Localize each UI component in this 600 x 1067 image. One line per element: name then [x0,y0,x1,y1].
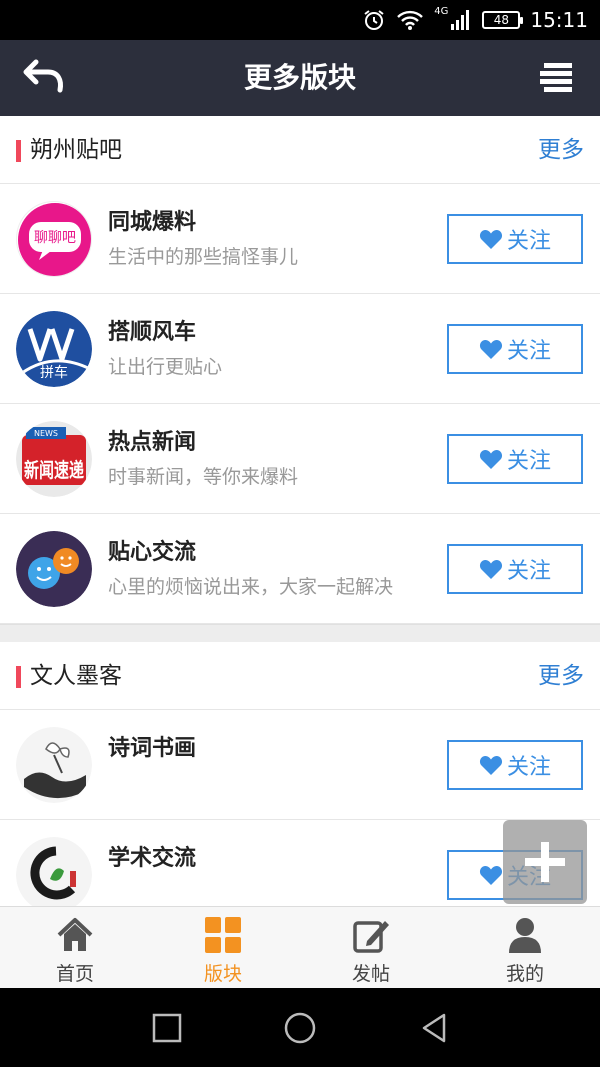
list-item[interactable]: NEWS 新闻速递 热点新闻 时事新闻，等你来爆料 关注 [0,404,600,514]
follow-button[interactable]: 关注 [447,740,583,790]
avatar: NEWS 新闻速递 [16,421,92,497]
tab-label: 发帖 [351,963,390,985]
tab-label: 版块 [203,963,242,985]
list-item[interactable]: 贴心交流 心里的烦恼说出来，大家一起解决 关注 [0,514,600,624]
section-marker [16,140,21,162]
tab-label: 首页 [55,963,94,985]
heart-icon [479,229,503,249]
section-header: 文人墨客 更多 [0,642,600,710]
avatar: 聊聊吧 [16,201,92,277]
app-header: 更多版块 [0,40,600,116]
network-type-label: 4G [434,6,449,17]
follow-label: 关注 [506,229,551,254]
tab-label: 我的 [505,963,544,985]
edit-icon [353,921,389,953]
battery-level: 48 [493,13,509,27]
tab-home[interactable]: 首页 [0,907,150,989]
follow-label: 关注 [506,339,551,364]
plus-icon [525,842,565,882]
alarm-icon [364,10,384,30]
heart-icon [479,755,503,775]
add-post-button[interactable] [503,820,587,904]
back-arrow-icon[interactable] [22,54,70,102]
section-marker [16,666,21,688]
follow-label: 关注 [506,559,551,584]
recent-apps-icon[interactable] [149,1010,185,1046]
forum-desc: 心里的烦恼说出来，大家一起解决 [108,576,394,598]
section-title: 朔州贴吧 [30,137,122,163]
follow-button[interactable]: 关注 [447,544,583,594]
forum-name: 热点新闻 [108,430,197,455]
content-area: 朔州贴吧 更多 聊聊吧 同城爆料 生活中的那些搞怪事儿 关注 拼车 搭顺风车 让… [0,116,600,906]
tab-forums[interactable]: 版块 [148,907,298,989]
avatar [16,837,92,906]
forum-desc: 时事新闻，等你来爆料 [108,466,299,488]
more-link[interactable]: 更多 [538,642,584,710]
avatar-text: 拼车 [40,364,68,381]
heart-icon [479,449,503,469]
avatar-text: 聊聊吧 [34,230,76,246]
list-item[interactable]: 聊聊吧 同城爆料 生活中的那些搞怪事儿 关注 [0,184,600,294]
forum-name: 搭顺风车 [108,320,197,345]
follow-button[interactable]: 关注 [447,434,583,484]
heart-icon [479,339,503,359]
forum-desc: 让出行更贴心 [108,356,223,378]
status-time: 15:11 [530,8,588,32]
tab-profile[interactable]: 我的 [450,907,600,989]
avatar-text: 新闻速递 [24,458,84,482]
heart-icon [479,559,503,579]
list-item[interactable]: 拼车 搭顺风车 让出行更贴心 关注 [0,294,600,404]
home-button-icon[interactable] [282,1010,318,1046]
user-icon [509,918,541,953]
section-title: 文人墨客 [30,663,122,689]
more-link[interactable]: 更多 [538,116,584,184]
avatar [16,531,92,607]
section-divider [0,624,600,642]
follow-button[interactable]: 关注 [447,214,583,264]
bottom-nav: 首页 版块 发帖 我的 [0,906,600,988]
svg-text:NEWS: NEWS [34,429,58,438]
home-icon [57,918,93,951]
list-item[interactable]: 诗词书画 关注 [0,710,600,820]
grid-icon [205,917,241,953]
avatar: 拼车 [16,311,92,387]
signal-icon [451,10,470,30]
forum-name: 学术交流 [108,846,197,871]
section-header: 朔州贴吧 更多 [0,116,600,184]
forum-name: 贴心交流 [108,540,197,565]
system-nav-bar [0,988,600,1067]
wifi-icon [397,10,424,30]
page-title: 更多版块 [243,61,356,94]
tab-post[interactable]: 发帖 [296,907,446,989]
follow-label: 关注 [506,755,551,780]
back-button-icon[interactable] [416,1010,452,1046]
avatar [16,727,92,803]
forum-name: 同城爆料 [108,210,197,235]
battery-icon: 48 [482,11,524,29]
heart-icon [479,865,503,885]
follow-label: 关注 [506,449,551,474]
follow-button[interactable]: 关注 [447,324,583,374]
forum-desc: 生活中的那些搞怪事儿 [108,246,299,268]
status-bar: 4G 48 15:11 [0,0,600,40]
menu-icon[interactable] [538,60,574,96]
forum-name: 诗词书画 [108,736,197,761]
